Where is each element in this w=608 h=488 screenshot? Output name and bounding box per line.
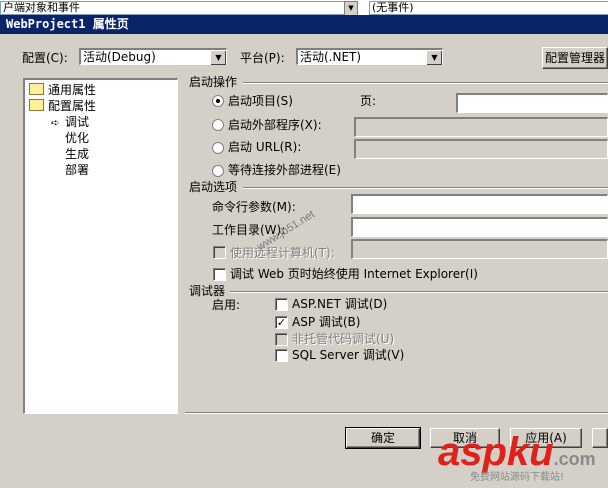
external-program-input[interactable] (354, 117, 608, 137)
brand-com: .com (553, 449, 596, 469)
working-dir-input[interactable] (351, 217, 608, 237)
url-input[interactable] (354, 139, 608, 159)
remote-machine-input[interactable] (351, 239, 608, 259)
event-combo[interactable]: (无事件) (369, 1, 608, 15)
unmanaged-debug-label: 非托管代码调试(U) (292, 332, 395, 346)
tree-item-optimize[interactable]: 优化 (65, 130, 89, 146)
section-divider (230, 291, 608, 293)
aspnet-debug-label: ASP.NET 调试(D) (292, 297, 388, 311)
config-value: 活动(Debug) (83, 50, 156, 64)
unmanaged-debug-checkbox[interactable] (275, 333, 288, 346)
wait-external-radio[interactable] (212, 165, 224, 177)
sql-debug-checkbox[interactable] (275, 349, 288, 362)
chevron-down-icon[interactable]: ▼ (426, 50, 442, 65)
brand-name: aspku (438, 430, 554, 474)
sql-debug-label: SQL Server 调试(V) (292, 348, 405, 362)
folder-open-icon (29, 99, 44, 111)
always-ie-label: 调试 Web 页时始终使用 Internet Explorer(I) (230, 267, 478, 281)
enable-label: 启用: (212, 298, 241, 312)
dialog-title: WebProject1 属性页 (6, 17, 129, 31)
config-label: 配置(C): (22, 51, 68, 65)
brand-subtitle: 免费网站源码下载站! (470, 472, 565, 483)
start-project-label: 启动项目(S) (228, 94, 293, 108)
folder-icon (29, 83, 44, 95)
use-remote-label: 使用远程计算机(T): (230, 246, 335, 260)
start-url-radio[interactable] (212, 142, 224, 154)
asp-debug-label: ASP 调试(B) (292, 315, 361, 329)
use-remote-checkbox[interactable] (213, 246, 226, 259)
always-ie-checkbox[interactable] (213, 268, 226, 281)
section-divider (243, 187, 608, 189)
command-args-label: 命令行参数(M): (212, 200, 296, 214)
start-external-label: 启动外部程序(X): (228, 118, 322, 132)
tree-item-common[interactable]: 通用属性 (29, 82, 96, 98)
command-args-input[interactable] (351, 194, 608, 214)
property-tree[interactable]: 通用属性 配置属性 ➪ 调试 优化 生成 部署 (23, 78, 178, 414)
config-select[interactable]: 活动(Debug) ▼ (79, 48, 227, 65)
startup-options-header: 启动选项 (189, 180, 238, 194)
dialog-titlebar: WebProject1 属性页 (0, 15, 608, 34)
page-label: 页: (360, 94, 377, 108)
object-combo-arrow-icon[interactable]: ▼ (344, 1, 358, 16)
tree-item-config[interactable]: 配置属性 (29, 98, 96, 114)
arrow-right-icon: ➪ (51, 118, 60, 129)
start-project-radio[interactable] (212, 95, 224, 107)
object-combo[interactable]: 户端对象和事件 (0, 1, 358, 15)
chevron-down-icon[interactable]: ▼ (210, 50, 226, 65)
page-input[interactable] (456, 93, 608, 113)
start-external-radio[interactable] (212, 119, 224, 131)
aspnet-debug-checkbox[interactable] (275, 298, 288, 311)
tree-item-build[interactable]: 生成 (65, 146, 89, 162)
wait-external-label: 等待连接外部进程(E) (228, 163, 341, 177)
config-manager-button[interactable]: 配置管理器 (542, 47, 608, 69)
platform-value: 活动(.NET) (300, 50, 362, 64)
asp-debug-checkbox[interactable]: ✓ (275, 316, 288, 329)
content-bottom-divider (185, 412, 608, 414)
start-url-label: 启动 URL(R): (228, 140, 302, 154)
platform-label: 平台(P): (240, 51, 285, 65)
tree-item-deploy[interactable]: 部署 (65, 162, 89, 178)
ok-button[interactable]: 确定 (345, 427, 421, 449)
platform-select[interactable]: 活动(.NET) ▼ (296, 48, 443, 65)
debuggers-header: 调试器 (189, 284, 226, 298)
startup-action-header: 启动操作 (189, 75, 238, 89)
section-divider (243, 82, 608, 84)
